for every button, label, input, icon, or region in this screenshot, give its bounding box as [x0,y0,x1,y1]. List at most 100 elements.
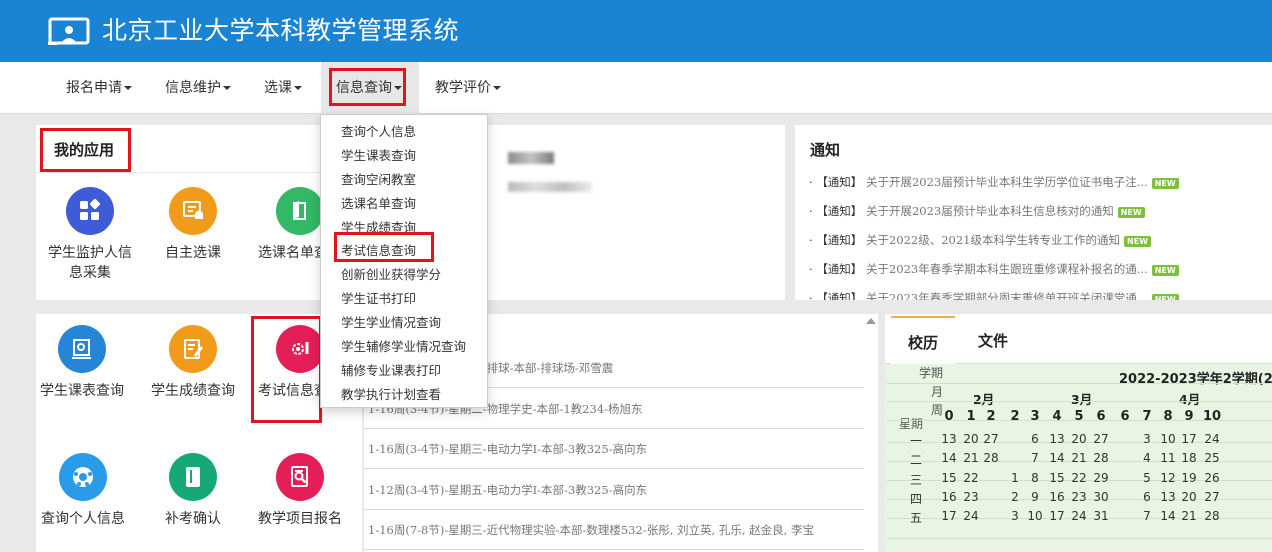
calendar-day: 24 [963,509,979,523]
nav-baoming[interactable]: 报名申请 [66,62,132,114]
notice-text: 关于开展2023届预计毕业本科生学历学位证书电子注... [865,175,1148,189]
week-number: 7 [1142,409,1152,424]
calendar-day: 25 [1204,451,1220,465]
app-label: 查询个人信息 [41,511,125,527]
notice-tag: 【通知】 [816,233,863,247]
notice-title: 通知 [810,141,841,159]
calendar-day: 28 [1204,509,1220,523]
notice-item[interactable]: · 【通知】 关于2023年春季学期本科生跟班重修课程补报名的通... NEW [809,259,1179,279]
calendar-day: 20 [963,432,979,446]
calendar-day: 3 [1011,509,1019,523]
project-icon [276,453,324,501]
blurred-id [508,182,592,192]
grid-line [887,383,1272,384]
new-badge: NEW [1124,235,1151,247]
dropdown-item[interactable]: 查询空闲教室 [321,168,487,192]
dropdown-item[interactable]: 创新创业获得学分 [321,263,487,287]
course-select-icon [169,187,217,235]
week-number: 4 [1052,409,1062,424]
dropdown-item[interactable]: 学生成绩查询 [321,216,487,240]
dropdown-item[interactable]: 学生证书打印 [321,287,487,311]
dropdown-item[interactable]: 学生课表查询 [321,144,487,168]
calendar-day: 17 [1049,509,1065,523]
calendar-day: 21 [963,451,979,465]
nav-xuanke[interactable]: 选课 [264,62,302,114]
new-badge: NEW [1151,293,1179,300]
app-project-signup[interactable]: 教学项目报名 [253,453,347,529]
dropdown-item[interactable]: 辅修专业课表打印 [321,359,487,383]
notice-text: 关于2023年春季学期部分周末重修单开班关闭课堂通... [865,291,1148,300]
dropdown-item[interactable]: 学生学业情况查询 [321,311,487,335]
tab-calendar[interactable]: 校历 [891,316,955,364]
calendar-day: 28 [983,451,999,465]
notice-item[interactable]: · 【通知】 关于开展2023届预计毕业本科生信息核对的通知 NEW [809,201,1145,221]
corner-term: 学期 [919,366,944,380]
top-nav: 报名申请 信息维护 选课 信息查询 教学评价 [0,62,1272,114]
calendar-day: 15 [941,471,957,485]
weekday-label: 四 [909,492,922,506]
calendar-day: 7 [1143,509,1151,523]
calendar-day: 16 [1049,490,1065,504]
week-number: 8 [1163,409,1173,424]
week-number: 3 [1030,409,1040,424]
app-schedule-query[interactable]: 学生课表查询 [35,325,129,401]
schedule-row: 1-16周(3-4节)-星期三-电动力学Ⅰ-本部-3教325-高向东 [364,429,864,469]
calendar-day: 22 [963,471,979,485]
new-badge: NEW [1151,264,1179,276]
grid-line [887,538,1272,539]
week-number: 1 [966,409,976,424]
schedule-row: 1-12周(3-4节)-星期五-电动力学Ⅰ-本部-3教325-高向东 [364,470,864,510]
new-badge: NEW [1151,177,1179,189]
scroll-up-icon[interactable] [866,318,876,324]
app-personal-info[interactable]: 查询个人信息 [36,453,130,529]
calendar-panel: 校历 文件 2022-2023学年2学期(202 学期 月 周 星期 2月 3月… [885,314,1272,552]
week-number: 2 [1010,409,1020,424]
dropdown-item[interactable]: 教学执行计划查看 [321,383,487,407]
app-label: 补考确认 [165,511,221,527]
notice-text: 关于开展2023届预计毕业本科生信息核对的通知 [865,204,1114,218]
dropdown-item[interactable]: 选课名单查询 [321,192,487,216]
app-makeup-confirm[interactable]: 补考确认 [146,453,240,529]
weekday-label: 一 [909,434,922,448]
soccer-icon [59,453,107,501]
my-apps-title: 我的应用 [54,141,115,159]
notice-item[interactable]: · 【通知】 关于开展2023届预计毕业本科生学历学位证书电子注... NEW [809,172,1179,192]
calendar-day: 14 [1160,509,1176,523]
dropdown-item[interactable]: 考试信息查询 [321,239,487,263]
caret-down-icon [394,86,402,90]
notice-item[interactable]: · 【通知】 关于2023年春季学期部分周末重修单开班关闭课堂通... NEW [809,288,1179,300]
corner-month: 月 [931,385,944,399]
nav-xinxichaxun[interactable]: 信息查询 [321,62,419,114]
tab-files[interactable]: 文件 [963,316,1023,364]
calendar-day: 16 [941,490,957,504]
app-course-select[interactable]: 自主选课 [146,187,240,263]
calendar-day: 10 [1160,432,1176,446]
app-guardian-info[interactable]: 学生监护人信息采集 [43,187,137,283]
app-grade-query[interactable]: 学生成绩查询 [146,325,240,401]
calendar-day: 19 [1181,471,1197,485]
calendar-day: 29 [1093,471,1109,485]
weekday-label: 五 [909,511,922,525]
grid-icon [66,187,114,235]
app-label: 自主选课 [165,245,221,261]
calendar-day: 6 [1031,432,1039,446]
calendar-day: 17 [1181,432,1197,446]
dropdown-item[interactable]: 查询个人信息 [321,120,487,144]
blurred-name [508,152,554,164]
week-number: 5 [1074,409,1084,424]
calendar-day: 6 [1143,490,1151,504]
app-header: 北京工业大学本科教学管理系统 [0,0,1272,62]
calendar-day: 23 [1071,490,1087,504]
week-number: 6 [1096,409,1106,424]
calendar-grid: 2022-2023学年2学期(202 学期 月 周 星期 2月 3月 4月 01… [885,364,1272,552]
calendar-day: 8 [1031,471,1039,485]
calendar-day: 18 [1181,451,1197,465]
app-label: 学生成绩查询 [151,383,235,399]
nav-jiaoxuepingjia[interactable]: 教学评价 [435,62,501,114]
notice-tag: 【通知】 [816,175,863,189]
nav-xinxiweihu[interactable]: 信息维护 [165,62,231,114]
calendar-day: 23 [963,490,979,504]
notice-item[interactable]: · 【通知】 关于2022级、2021级本科学生转专业工作的通知 NEW [809,230,1151,250]
dropdown-item[interactable]: 学生辅修学业情况查询 [321,335,487,359]
caret-down-icon [294,86,302,90]
